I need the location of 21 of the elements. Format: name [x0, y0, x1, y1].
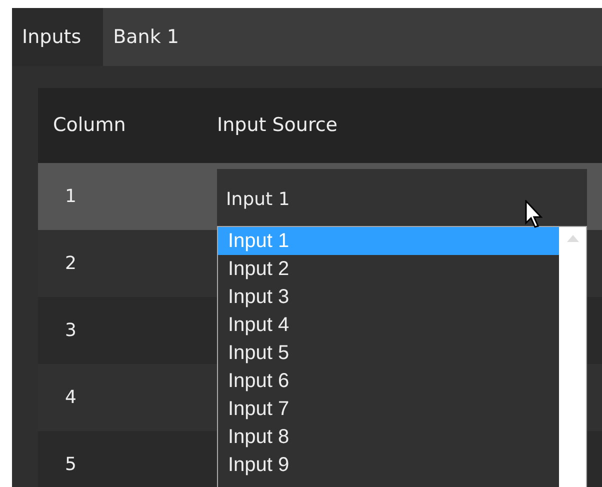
table-cell-text: 5 [64, 453, 78, 477]
dropdown-option[interactable]: Input 5 [218, 339, 559, 367]
mouse-pointer-icon [525, 200, 545, 230]
scroll-up-icon[interactable] [566, 235, 578, 242]
dropdown-option[interactable]: Input 3 [218, 283, 559, 311]
dropdown-option[interactable]: Input 4 [218, 311, 559, 339]
table-cell-text: 3 [64, 319, 78, 343]
table-cell-text: 4 [64, 386, 78, 410]
select-field[interactable]: Input 1 [217, 169, 587, 229]
dropdown-option[interactable]: Input 2 [218, 255, 559, 283]
column-header: Column [52, 113, 127, 138]
scrollbar[interactable] [559, 227, 586, 487]
dropdown-option[interactable]: Input 8 [218, 423, 559, 451]
table-cell-text: 1 [64, 185, 78, 209]
table-row[interactable]: 1 Input 1 [38, 163, 602, 230]
dropdown-option[interactable]: Input 7 [218, 395, 559, 423]
tab[interactable]: Inputs [12, 8, 104, 66]
dropdown-option[interactable]: Input 9 [218, 451, 559, 479]
dropdown-option[interactable]: Input 6 [218, 367, 559, 395]
table-cell-text: 2 [64, 252, 78, 276]
column-header: Input Source [217, 113, 338, 138]
